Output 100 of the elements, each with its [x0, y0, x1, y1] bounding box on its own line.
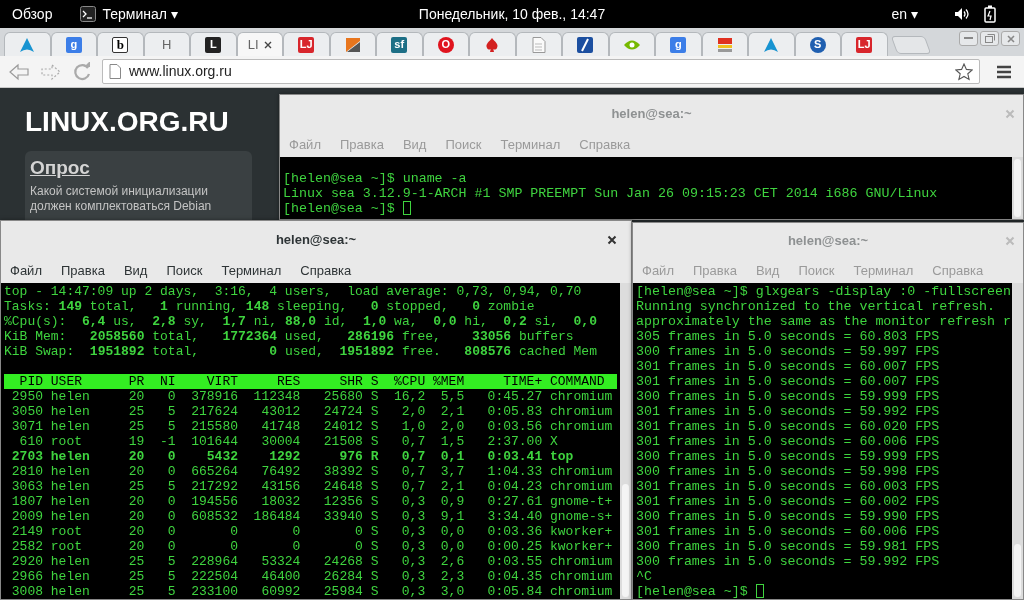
column-header: PR: [127, 374, 145, 389]
table-cell-text: 24648: [322, 479, 363, 494]
close-icon[interactable]: [607, 235, 617, 245]
table-cell-text: 24012: [322, 419, 363, 434]
table-cell-text: 2149: [10, 524, 43, 539]
browser-tab[interactable]: LJ: [841, 32, 888, 56]
browser-tab[interactable]: g: [50, 32, 97, 56]
poll-title[interactable]: Опрос: [30, 154, 90, 183]
menu-item[interactable]: Поиск: [166, 261, 203, 281]
clock[interactable]: Понедельник, 10 фев., 14:47: [418, 3, 606, 25]
menu-item[interactable]: Терминал: [221, 261, 282, 281]
table-cell-text: 20: [127, 494, 145, 509]
table-cell-text: 20: [127, 449, 145, 464]
site-logo[interactable]: LINUX.ORG.RU: [25, 101, 229, 143]
star-icon[interactable]: [955, 62, 973, 81]
table-cell-text: 53324: [260, 554, 301, 569]
table-cell-text: 0: [166, 524, 176, 539]
browser-tab[interactable]: b: [97, 32, 144, 56]
table-cell-text: chromium: [550, 569, 614, 584]
browser-tab[interactable]: O: [422, 32, 469, 56]
browser-tab[interactable]: L: [190, 32, 237, 56]
url-text: www.linux.org.ru: [129, 62, 233, 81]
table-cell-text: 228964: [190, 554, 238, 569]
poll-question: должен комплектоваться Debian: [30, 198, 213, 213]
table-cell-text: 25: [127, 419, 145, 434]
table-cell-text: 0,7: [400, 434, 426, 449]
restore-button[interactable]: [980, 31, 999, 46]
browser-tab[interactable]: LI: [236, 32, 283, 56]
menu-icon[interactable]: [996, 64, 1012, 79]
table-cell-text: chromium: [550, 554, 614, 569]
browser-tab[interactable]: [329, 32, 376, 56]
browser-tab[interactable]: [4, 32, 51, 56]
table-cell-text: 33940: [322, 509, 363, 524]
terminal-line: Linux sea 3.12.9-1-ARCH #1 SMP PREEMPT Sun Jan 26 09:15:23 CET 2014 i686 GNU/Linux: [283, 186, 939, 201]
table-cell-text: 0:03.55: [486, 554, 543, 569]
volume-icon[interactable]: [954, 7, 970, 21]
table-cell-text: 76492: [260, 464, 301, 479]
table-cell-text: 215580: [190, 419, 238, 434]
column-header: TIME+: [502, 374, 543, 389]
table-cell-text: 2950: [10, 389, 43, 404]
column-header: COMMAND: [550, 374, 606, 389]
table-cell-text: 217624: [190, 404, 238, 419]
browser-tab[interactable]: [748, 32, 795, 56]
app-menu[interactable]: Терминал ▾: [102, 3, 178, 25]
table-cell: S: [370, 404, 379, 419]
terminal-line: 301 frames in 5.0 seconds = 60.002 FPS: [636, 494, 941, 509]
table-cell-text: 2,0: [439, 419, 465, 434]
scrollbar[interactable]: [1012, 283, 1023, 599]
battery-icon[interactable]: [984, 5, 996, 23]
table-cell-text: root: [50, 539, 83, 554]
menu-item[interactable]: Файл: [10, 261, 42, 281]
browser-tab[interactable]: [701, 32, 748, 56]
table-cell-text: 38392: [322, 464, 363, 479]
table-cell: S: [370, 494, 379, 509]
activities-button[interactable]: Обзор: [12, 3, 53, 25]
forward-icon[interactable]: [40, 62, 62, 81]
table-cell-text: 217292: [190, 479, 238, 494]
table-cell-text: 5432: [205, 449, 238, 464]
table-cell-text: 25: [127, 404, 145, 419]
terminal-line: 300 frames in 5.0 seconds = 59.992 FPS: [636, 554, 941, 569]
table-cell-text: 2,1: [439, 404, 465, 419]
terminal-line: 301 frames in 5.0 seconds = 59.992 FPS: [636, 404, 941, 419]
table-cell-text: 18032: [260, 494, 301, 509]
browser-tab[interactable]: sf: [376, 32, 423, 56]
table-cell-text: 194556: [190, 494, 238, 509]
table-cell-text: 9,1: [439, 509, 465, 524]
minimize-button[interactable]: [959, 31, 978, 46]
browser-tab[interactable]: [469, 32, 516, 56]
table-cell-text: helen: [50, 419, 91, 434]
table-cell-text: 0,0: [439, 539, 465, 554]
terminal-line: 301 frames in 5.0 seconds = 60.003 FPS: [636, 479, 941, 494]
browser-tab[interactable]: S: [794, 32, 841, 56]
table-cell-text: 25: [127, 479, 145, 494]
scrollbar[interactable]: [620, 283, 631, 599]
table-cell-text: 0: [166, 494, 176, 509]
table-cell-text: 0: [354, 539, 363, 554]
close-button[interactable]: [1001, 31, 1020, 46]
keyboard-layout-menu[interactable]: en ▾: [891, 3, 918, 25]
new-tab-button[interactable]: [890, 36, 931, 54]
menu-item[interactable]: Вид: [123, 261, 148, 281]
browser-tab[interactable]: LJ: [283, 32, 330, 56]
browser-tab[interactable]: [562, 32, 609, 56]
table-cell-text: 2810: [10, 464, 43, 479]
browser-tab[interactable]: g: [655, 32, 702, 56]
table-cell-text: 20: [127, 524, 145, 539]
table-cell-text: helen: [50, 449, 91, 464]
table-cell-text: 0: [291, 524, 301, 539]
address-field[interactable]: www.linux.org.ru: [102, 59, 980, 84]
table-cell-text: 0,7: [400, 479, 426, 494]
terminal-line: ^C: [636, 569, 653, 584]
menu-item[interactable]: Правка: [60, 261, 105, 281]
menu-item[interactable]: Справка: [300, 261, 352, 281]
table-cell-text: 60992: [260, 584, 301, 599]
scrollbar[interactable]: [1012, 157, 1023, 219]
reload-icon[interactable]: [72, 61, 92, 82]
browser-tab[interactable]: H: [143, 32, 190, 56]
back-icon[interactable]: [8, 62, 30, 81]
close-icon[interactable]: [263, 40, 272, 49]
table-cell-text: 976: [338, 449, 363, 464]
table-cell-text: 3,7: [439, 464, 465, 479]
